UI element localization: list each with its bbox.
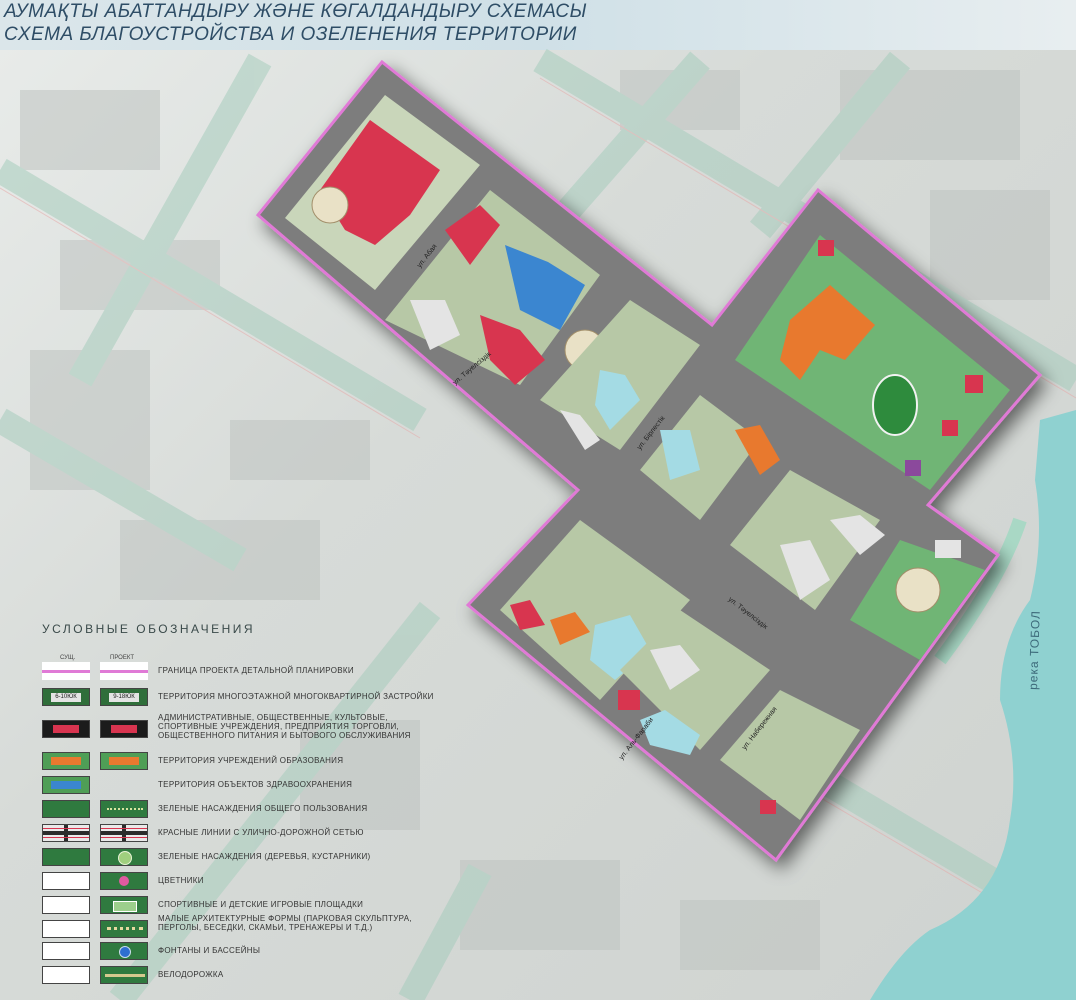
admin-building-ne-1 xyxy=(965,375,983,393)
admin-building-sw-2 xyxy=(618,690,640,710)
legend-swatch-fountains-existing xyxy=(42,942,90,960)
legend-label-mafs: МАЛЫЕ АРХИТЕКТУРНЫЕ ФОРМЫ (ПАРКОВАЯ СКУЛ… xyxy=(158,914,412,932)
legend-label-healthcare: ТЕРРИТОРИЯ ОБЪЕКТОВ ЗДРАВООХРАНЕНИЯ xyxy=(158,780,353,789)
admin-building-ne-3 xyxy=(905,460,921,476)
stadium xyxy=(872,374,918,436)
admin-building-ne-2 xyxy=(942,420,958,436)
legend-swatch-red-lines-existing xyxy=(42,824,90,842)
fountain-square-nw xyxy=(311,186,349,224)
legend-label-flowerbeds: ЦВЕТНИКИ xyxy=(158,876,204,885)
fountain-square-se xyxy=(895,567,941,613)
legend-swatch-boundary-project xyxy=(100,662,148,680)
legend-swatch-residential-existing: 6-10ЮК xyxy=(42,688,90,706)
title-kazakh: АУМАҚТЫ АБАТТАНДЫРУ ЖӘНЕ КӨГАЛДАНДЫРУ СХ… xyxy=(4,1,587,22)
legend-swatch-healthcare-existing xyxy=(42,776,90,794)
legend-col-existing: СУЩ. xyxy=(60,655,76,661)
flower-icon xyxy=(119,876,129,886)
river-label: река ТОБОЛ xyxy=(1026,610,1043,690)
legend-label-education: ТЕРРИТОРИЯ УЧРЕЖДЕНИЙ ОБРАЗОВАНИЯ xyxy=(158,756,344,765)
legend-swatch-trees-project xyxy=(100,848,148,866)
legend-swatch-red-lines-project xyxy=(100,824,148,842)
legend-label-trees: ЗЕЛЕНЫЕ НАСАЖДЕНИЯ (ДЕРЕВЬЯ, КУСТАРНИКИ) xyxy=(158,852,371,861)
residential-building-se xyxy=(935,540,961,558)
residential-code-existing: 6-10ЮК xyxy=(51,693,81,702)
tree-icon xyxy=(118,851,132,865)
legend-swatch-public-green-existing xyxy=(42,800,90,818)
legend-col-project: ПРОЕКТ xyxy=(110,655,135,661)
legend-swatch-education-existing xyxy=(42,752,90,770)
legend-swatch-trees-existing xyxy=(42,848,90,866)
title-russian: СХЕМА БЛАГОУСТРОЙСТВА И ОЗЕЛЕНЕНИЯ ТЕРРИ… xyxy=(4,24,577,45)
legend-swatch-flowerbeds-existing xyxy=(42,872,90,890)
legend-label-fountains: ФОНТАНЫ И БАССЕЙНЫ xyxy=(158,946,261,955)
legend-swatch-bikepath-existing xyxy=(42,966,90,984)
legend-swatch-public-green-project xyxy=(100,800,148,818)
admin-kiosk-ne xyxy=(818,240,834,256)
residential-code-project: 9-18ЮК xyxy=(109,693,139,702)
bike-path-icon xyxy=(105,974,145,977)
legend-swatch-bikepath-project xyxy=(100,966,148,984)
legend-swatch-sport-project xyxy=(100,896,148,914)
legend-swatch-flowerbeds-project xyxy=(100,872,148,890)
legend-label-public-green: ЗЕЛЕНЫЕ НАСАЖДЕНИЯ ОБЩЕГО ПОЛЬЗОВАНИЯ xyxy=(158,804,368,813)
legend-swatch-mafs-project xyxy=(100,920,148,938)
legend-swatch-fountains-project xyxy=(100,942,148,960)
legend-label-admin: АДМИНИСТРАТИВНЫЕ, ОБЩЕСТВЕННЫЕ, КУЛЬТОВЫ… xyxy=(158,713,411,740)
legend-title: УСЛОВНЫЕ ОБОЗНАЧЕНИЯ xyxy=(42,622,256,636)
legend-label-boundary: ГРАНИЦА ПРОЕКТА ДЕТАЛЬНОЙ ПЛАНИРОВКИ xyxy=(158,666,354,675)
legend-swatch-admin-existing xyxy=(42,720,90,738)
legend-swatch-education-project xyxy=(100,752,148,770)
legend-label-red-lines: КРАСНЫЕ ЛИНИИ С УЛИЧНО-ДОРОЖНОЙ СЕТЬЮ xyxy=(158,828,364,837)
legend-swatch-sport-existing xyxy=(42,896,90,914)
legend-swatch-residential-project: 9-18ЮК xyxy=(100,688,148,706)
legend-swatch-boundary-existing xyxy=(42,662,90,680)
admin-building-se xyxy=(760,800,776,814)
legend-swatch-mafs-existing xyxy=(42,920,90,938)
legend-label-residential: ТЕРРИТОРИЯ МНОГОЭТАЖНОЙ МНОГОКВАРТИРНОЙ … xyxy=(158,692,434,701)
legend-swatch-admin-project xyxy=(100,720,148,738)
bench-icon xyxy=(107,927,143,934)
title-banner: АУМАҚТЫ АБАТТАНДЫРУ ЖӘНЕ КӨГАЛДАНДЫРУ СХ… xyxy=(0,0,1076,50)
legend-label-sport: СПОРТИВНЫЕ И ДЕТСКИЕ ИГРОВЫЕ ПЛОЩАДКИ xyxy=(158,900,364,909)
legend-label-bikepath: ВЕЛОДОРОЖКА xyxy=(158,970,224,979)
fountain-icon xyxy=(119,946,131,958)
plan-board: АУМАҚТЫ АБАТТАНДЫРУ ЖӘНЕ КӨГАЛДАНДЫРУ СХ… xyxy=(0,0,1076,1000)
